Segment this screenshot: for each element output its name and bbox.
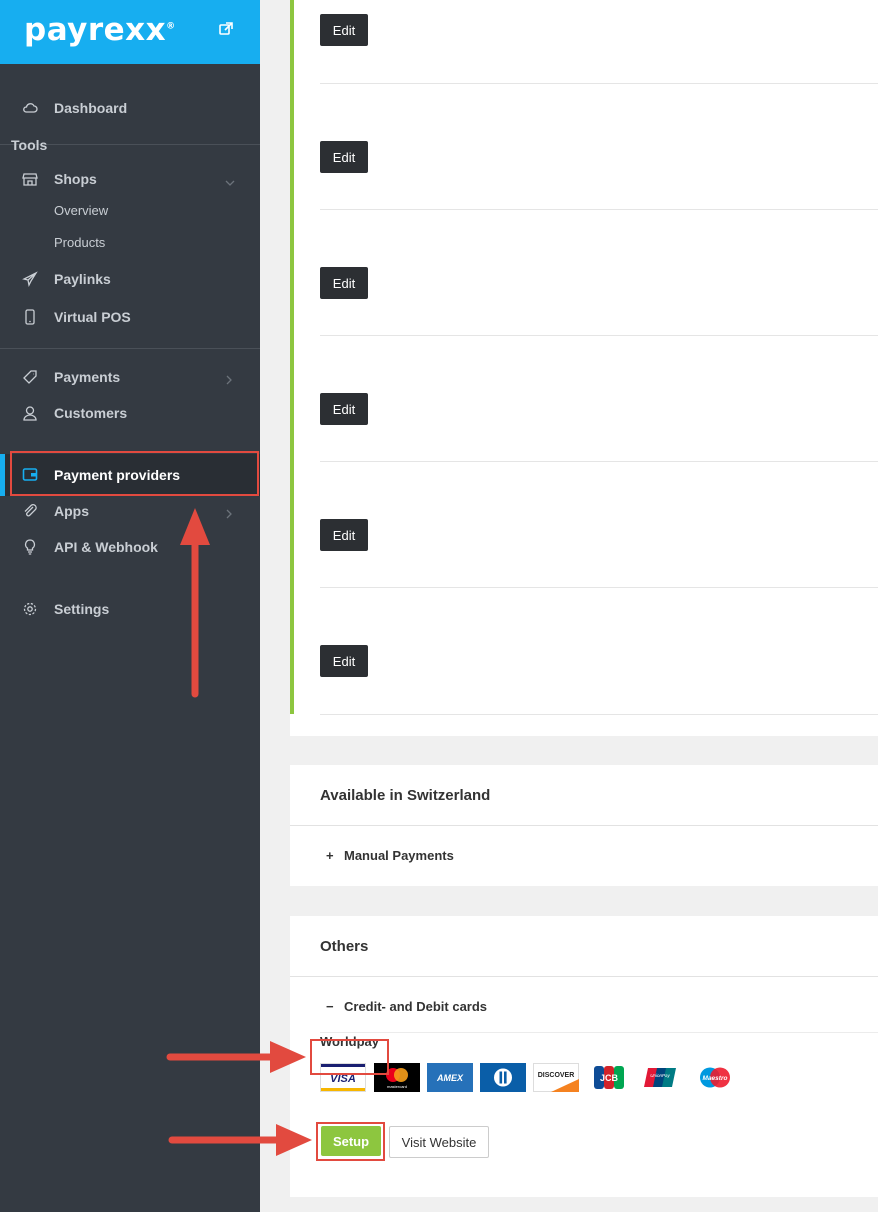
paper-plane-icon [22,271,38,292]
sidebar-item-paylinks[interactable]: Paylinks [0,264,260,294]
highlight-box [316,1122,385,1161]
row-divider [320,209,878,210]
sidebar-item-label: Dashboard [54,100,128,116]
visit-website-button[interactable]: Visit Website [389,1126,489,1158]
panel-title: Others [320,938,369,955]
section-heading-tools: Tools [11,137,48,153]
toggle-label: Credit- and Debit cards [344,999,488,1014]
edit-button[interactable]: Edit [320,267,368,299]
discover-card-icon: DISCOVER [533,1063,579,1092]
configured-providers-panel: Edit Edit Edit Edit Edit Edit [290,0,878,736]
credit-debit-cards-toggle[interactable]: − Credit- and Debit cards [326,999,487,1014]
gear-icon [22,601,38,622]
sidebar: payrexx® Dashboard Tools Shops Overview … [0,0,260,1212]
sidebar-item-label: Shops [54,171,97,187]
sidebar-item-label: API & Webhook [54,539,158,555]
row-divider [320,461,878,462]
row-divider [320,587,878,588]
edit-button[interactable]: Edit [320,393,368,425]
brand-header: payrexx® [0,0,260,64]
chevron-down-icon [225,174,235,192]
sidebar-item-label: Settings [54,601,110,617]
tag-icon [22,369,38,390]
edit-button[interactable]: Edit [320,141,368,173]
sidebar-item-settings[interactable]: Settings [0,594,260,624]
highlight-box [310,1039,389,1075]
row-divider [320,335,878,336]
row-divider [320,83,878,84]
cloud-icon [22,100,38,121]
lightbulb-icon [22,539,38,560]
sidebar-subitem-products[interactable]: Products [54,235,105,250]
jcb-card-icon: JCB [586,1063,632,1092]
sidebar-item-label: Virtual POS [54,309,131,325]
sidebar-item-label: Paylinks [54,271,111,287]
divider [0,348,260,349]
sidebar-item-label: Apps [54,503,89,519]
toggle-label: Manual Payments [344,848,454,863]
svg-text:AMEX: AMEX [436,1073,464,1083]
svg-text:UnionPay: UnionPay [650,1073,670,1078]
svg-text:DISCOVER: DISCOVER [538,1072,575,1079]
store-icon [22,171,38,192]
switzerland-panel: Available in Switzerland + Manual Payment… [290,765,878,886]
manual-payments-toggle[interactable]: + Manual Payments [326,848,454,863]
external-link-icon[interactable] [219,22,233,41]
panel-divider [290,976,878,977]
active-provider-bar [290,0,294,714]
sidebar-item-customers[interactable]: Customers [0,398,260,428]
mobile-icon [22,309,38,330]
chevron-right-icon [225,372,233,390]
paperclip-icon [22,503,38,524]
panel-divider [290,825,878,826]
diners-card-icon [480,1063,526,1092]
sidebar-item-dashboard[interactable]: Dashboard [0,93,260,123]
sidebar-item-apps[interactable]: Apps [0,496,260,526]
sidebar-item-label: Customers [54,405,128,421]
edit-button[interactable]: Edit [320,519,368,551]
sidebar-item-virtual-pos[interactable]: Virtual POS [0,302,260,332]
edit-button[interactable]: Edit [320,645,368,677]
svg-text:JCB: JCB [600,1073,619,1083]
maestro-card-icon: Maestro [692,1063,738,1092]
panel-divider [320,1032,878,1033]
payrexx-logo[interactable]: payrexx® [24,12,176,48]
svg-text:mastercard: mastercard [387,1084,407,1089]
sidebar-item-shops[interactable]: Shops [0,164,260,194]
active-indicator [0,454,5,496]
sidebar-item-label: Payments [54,369,121,385]
panel-title: Available in Switzerland [320,787,491,804]
sidebar-item-payments[interactable]: Payments [0,362,260,392]
minus-icon: − [326,999,334,1014]
amex-card-icon: AMEX [427,1063,473,1092]
chevron-right-icon [225,506,233,524]
sidebar-subitem-overview[interactable]: Overview [54,203,108,218]
edit-button[interactable]: Edit [320,14,368,46]
svg-text:Maestro: Maestro [703,1075,728,1082]
plus-icon: + [326,848,334,863]
main-content: Edit Edit Edit Edit Edit Edit Available … [260,0,878,1212]
unionpay-card-icon: UnionPay [639,1063,685,1092]
row-divider [320,714,878,715]
highlight-box [10,451,259,496]
sidebar-item-api-webhook[interactable]: API & Webhook [0,532,260,562]
user-icon [22,405,38,426]
